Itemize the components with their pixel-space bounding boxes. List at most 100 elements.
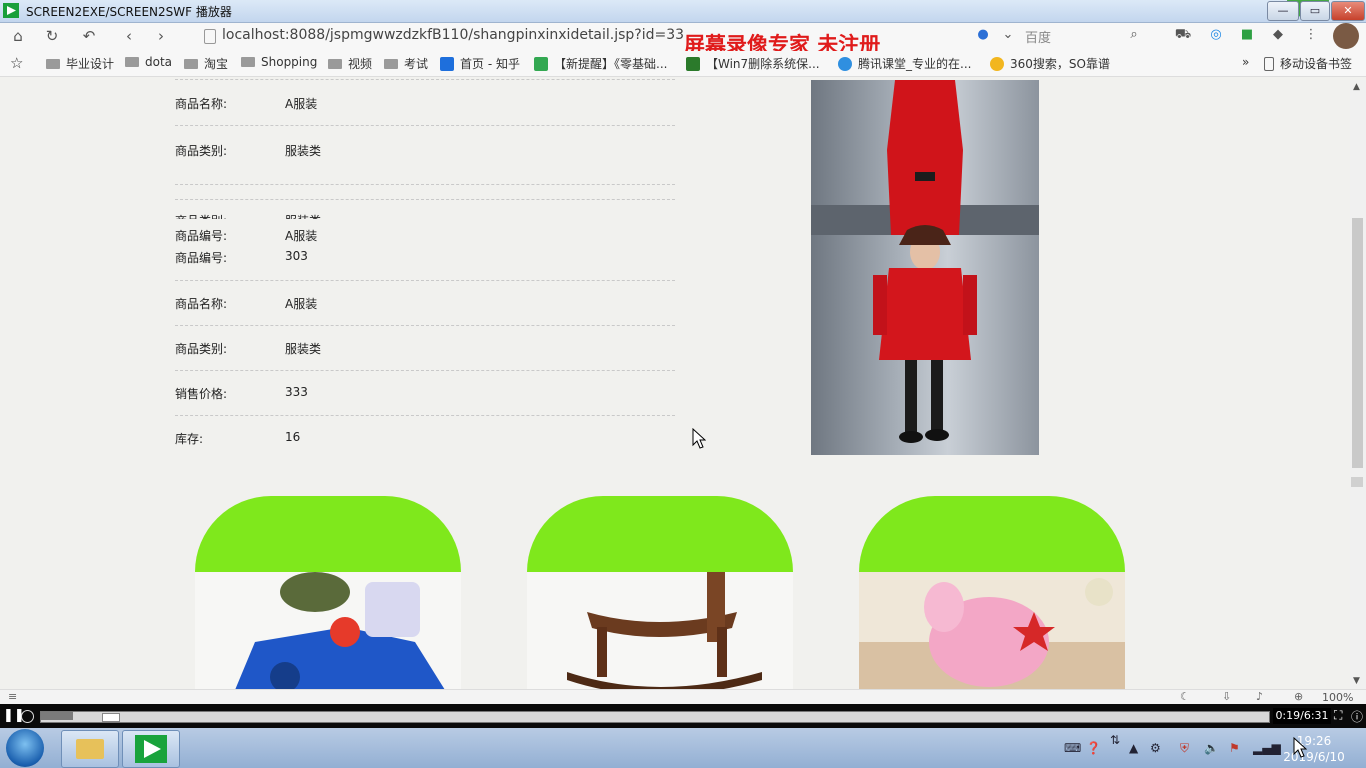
mobile-bookmarks[interactable]: 移动设备书签	[1264, 55, 1352, 72]
keyboard-icon[interactable]: ⌨	[1064, 741, 1081, 755]
close-button[interactable]: ✕	[1331, 1, 1365, 21]
signal-icon[interactable]: ▂▄▆	[1253, 741, 1281, 755]
card-header	[195, 496, 461, 572]
chevron-down-icon[interactable]: ⌄	[999, 26, 1017, 44]
show-hidden-icons[interactable]: ▲	[1129, 741, 1138, 755]
menu-dots-icon[interactable]: ⋮	[1302, 26, 1320, 44]
volume-icon[interactable]: 🔈	[1204, 741, 1219, 755]
detail-value: 303	[285, 249, 308, 263]
mouse-cursor-icon	[1293, 737, 1307, 758]
taskbar	[0, 728, 1366, 768]
row-divider	[175, 184, 675, 185]
undo-icon[interactable]: ↶	[78, 26, 100, 46]
detail-label: 商品编号:	[175, 251, 228, 265]
product-card[interactable]	[195, 496, 461, 690]
bookmark-item[interactable]: Shopping	[241, 55, 317, 69]
360-search-icon	[990, 57, 1004, 71]
forward-icon[interactable]: ›	[150, 26, 172, 46]
playback-time: 0:19/6:31	[1273, 708, 1331, 724]
product-thumbnail	[859, 572, 1125, 690]
network-icon[interactable]: ⇅	[1110, 733, 1120, 747]
download-icon[interactable]: ⇩	[1222, 690, 1231, 703]
detail-value: 333	[285, 385, 308, 399]
home-icon[interactable]: ⌂	[7, 26, 29, 46]
explorer-taskbar-button[interactable]	[61, 730, 119, 768]
search-icon[interactable]: ⌕	[1125, 26, 1143, 44]
cart-icon[interactable]: ⛟	[1174, 26, 1192, 44]
product-image	[811, 80, 1039, 455]
info-icon[interactable]: ⓘ	[1351, 708, 1363, 725]
detail-label: 商品类别:	[175, 144, 228, 158]
tencent-classroom-icon	[838, 57, 852, 71]
zoom-in-icon[interactable]: ⊕	[1294, 690, 1303, 703]
browser-status-bar: ≡ ☾ ⇩ ♪ ⊕ 100%	[0, 689, 1366, 705]
forum-icon	[534, 57, 548, 71]
back-icon[interactable]: ‹	[118, 26, 140, 46]
search-engine-label[interactable]: 百度	[1025, 27, 1051, 46]
sound-icon[interactable]: ♪	[1256, 690, 1263, 703]
product-thumbnail	[527, 572, 793, 690]
detail-value: 16	[285, 430, 301, 444]
help-icon[interactable]: ❓	[1086, 741, 1101, 755]
scroll-down-icon[interactable]: ▼	[1353, 676, 1360, 686]
progress-thumb[interactable]	[102, 713, 120, 722]
product-card[interactable]	[859, 496, 1125, 690]
star-icon[interactable]: ☆	[10, 54, 23, 72]
bookmark-item[interactable]: 考试	[384, 55, 428, 72]
detail-value: A服装	[285, 97, 318, 111]
scrollbar-thumb[interactable]	[1352, 218, 1363, 468]
avatar[interactable]	[1333, 23, 1359, 49]
site-icon	[686, 57, 700, 71]
window-title: SCREEN2EXE/SCREEN2SWF 播放器	[26, 5, 232, 19]
action-center-icon[interactable]: ⚑	[1229, 741, 1240, 755]
fullscreen-icon[interactable]: ⛶	[1334, 708, 1342, 723]
folder-icon	[76, 739, 104, 759]
extension-icon[interactable]: ◎	[1207, 26, 1225, 44]
bookmark-item[interactable]: dota	[125, 55, 172, 69]
extension-green-icon[interactable]: ■	[1238, 26, 1256, 44]
minimize-button[interactable]: —	[1267, 1, 1299, 21]
bookmark-item[interactable]: 首页 - 知乎	[440, 55, 520, 72]
detail-value: 服装类	[285, 212, 321, 219]
menu-icon[interactable]: ≡	[8, 690, 17, 703]
player-taskbar-button[interactable]	[122, 730, 180, 768]
stop-icon[interactable]	[21, 710, 34, 723]
detail-label: 商品类别:	[175, 212, 227, 219]
bookmark-item[interactable]: 毕业设计	[46, 55, 114, 72]
bookmark-item[interactable]: 【新提醒】《零基础...	[534, 55, 667, 72]
folder-icon	[328, 59, 342, 69]
player-app-icon	[135, 735, 167, 763]
folder-icon	[125, 57, 139, 67]
row-divider	[175, 199, 675, 200]
product-card[interactable]	[527, 496, 793, 690]
bookmark-item[interactable]: 视频	[328, 55, 372, 72]
progress-track[interactable]	[40, 711, 1270, 723]
bookmarks-bar: ☆ 毕业设计 dota 淘宝 Shopping 视频 考试 首页 - 知乎 【新…	[0, 51, 1366, 77]
bookmark-item[interactable]: 【Win7删除系统保...	[686, 55, 820, 72]
tray-app-icon[interactable]: ⚙	[1150, 741, 1161, 755]
progress-fill	[41, 712, 73, 720]
bookmark-item[interactable]: 腾讯课堂_专业的在...	[838, 55, 971, 72]
row-divider	[175, 325, 675, 326]
refresh-icon[interactable]: ↻	[41, 26, 63, 46]
card-header	[859, 496, 1125, 572]
folder-icon	[46, 59, 60, 69]
bookmark-item[interactable]: 360搜索，SO靠谱	[990, 55, 1110, 72]
mouse-cursor-icon	[692, 428, 706, 449]
scroll-up-icon[interactable]: ▲	[1353, 82, 1360, 92]
scrollbar-marker	[1351, 477, 1363, 487]
address-bar[interactable]: localhost:8088/jspmgwwzdzkfB110/shangpin…	[222, 27, 684, 43]
bookmark-item[interactable]: 淘宝	[184, 55, 228, 72]
paw-icon[interactable]: ●	[974, 26, 992, 44]
folder-icon	[384, 59, 398, 69]
night-mode-icon[interactable]: ☾	[1180, 690, 1190, 703]
card-header	[527, 496, 793, 572]
security-icon[interactable]: ⛨	[1180, 741, 1189, 756]
zoom-level[interactable]: 100%	[1322, 691, 1353, 704]
detail-label: 商品名称:	[175, 97, 228, 111]
more-bookmarks-button[interactable]: »	[1242, 55, 1249, 69]
start-button[interactable]	[6, 729, 44, 767]
browser-toolbar: ⌂ ↻ ↶ ‹ › localhost:8088/jspmgwwzdzkfB11…	[0, 23, 1366, 57]
game-icon[interactable]: ◆	[1269, 26, 1287, 44]
maximize-button[interactable]: ▭	[1300, 1, 1330, 21]
